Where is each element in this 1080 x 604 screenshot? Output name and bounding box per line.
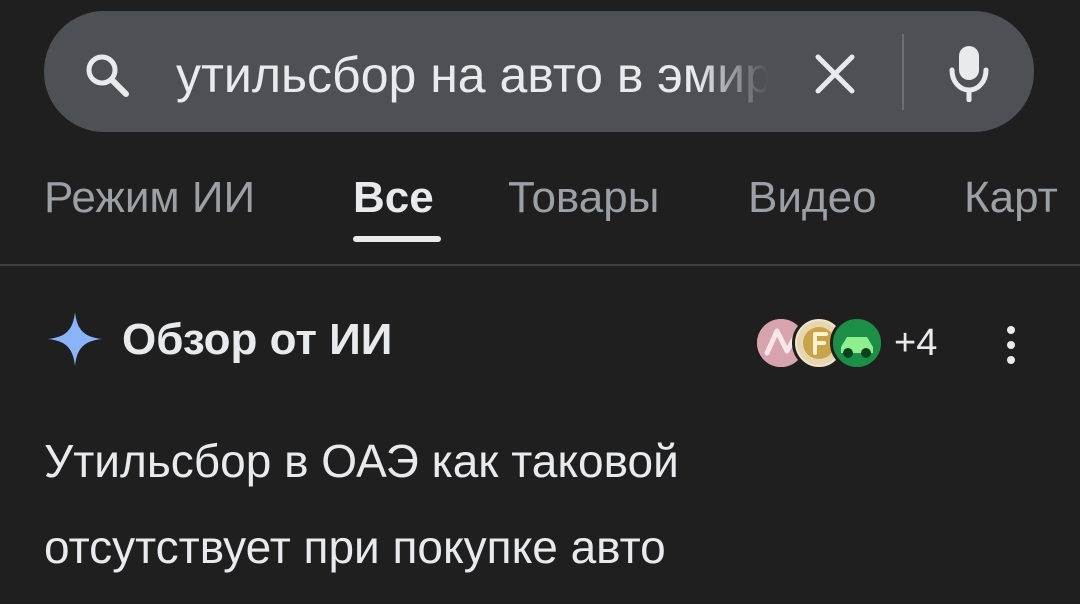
tabs-divider — [0, 264, 1080, 266]
source-avatar-3[interactable] — [830, 316, 884, 370]
tab-products[interactable]: Товары — [508, 172, 659, 224]
more-sources-count[interactable]: +4 — [894, 320, 937, 366]
search-fade — [698, 40, 768, 110]
search-divider — [902, 34, 904, 110]
active-tab-indicator — [353, 236, 441, 242]
microphone-icon[interactable] — [948, 44, 990, 102]
kebab-menu-icon[interactable] — [996, 324, 1026, 366]
sparkle-icon — [48, 312, 102, 366]
ai-answer-text: Утильсбор в ОАЭ как таковой отсутствует … — [44, 418, 1024, 590]
tab-all[interactable]: Все — [353, 172, 434, 224]
ai-overview-header: Обзор от ИИ +4 — [0, 300, 1080, 390]
tab-videos[interactable]: Видео — [748, 172, 877, 224]
search-input-container[interactable]: утильсбор на авто в эмиратах — [176, 40, 768, 110]
search-input[interactable]: утильсбор на авто в эмиратах — [176, 40, 768, 110]
search-icon[interactable] — [82, 50, 132, 100]
tab-ai-mode[interactable]: Режим ИИ — [44, 172, 255, 224]
ai-answer-line-1: Утильсбор в ОАЭ как таковой — [44, 435, 679, 487]
search-tabs: Режим ИИ Все Товары Видео Карт — [0, 160, 1080, 264]
ai-answer-line-2: отсутствует при покупке авто — [44, 521, 666, 573]
source-avatars[interactable] — [754, 316, 894, 372]
car-icon — [833, 319, 881, 367]
ai-overview-title: Обзор от ИИ — [122, 315, 393, 364]
tab-maps[interactable]: Карт — [964, 172, 1058, 224]
close-icon[interactable] — [810, 51, 860, 97]
